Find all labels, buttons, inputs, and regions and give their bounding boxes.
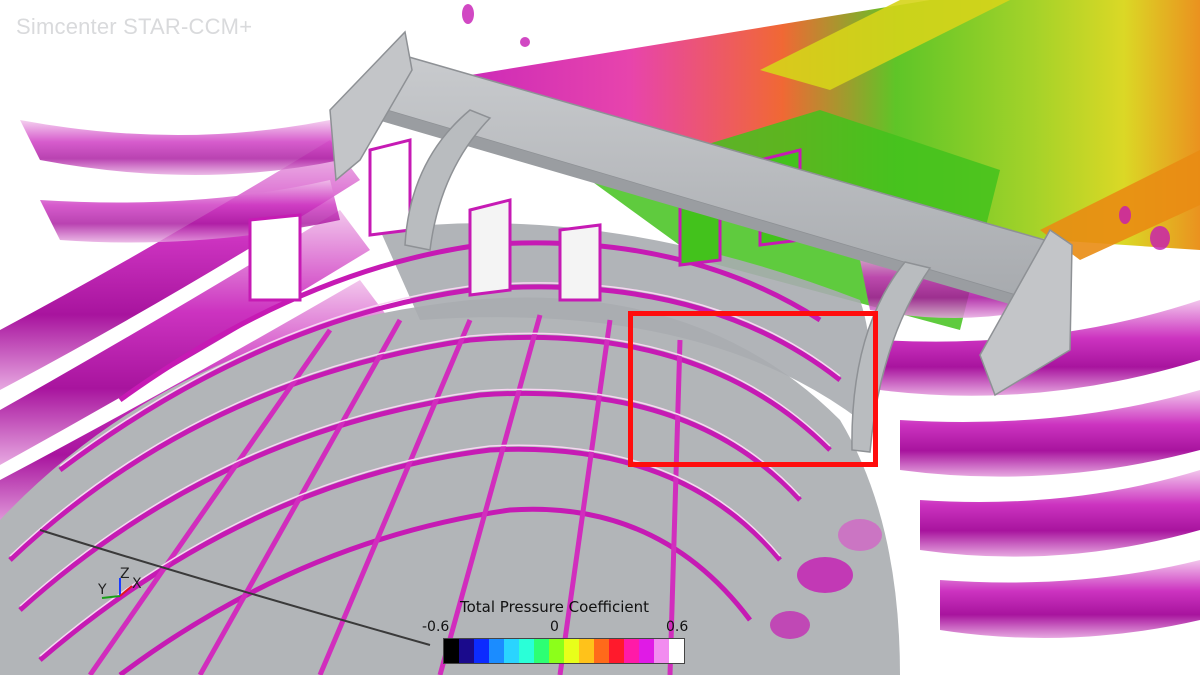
colorbar-swatch: [444, 639, 460, 663]
cfd-scene: [0, 0, 1200, 675]
legend-tick-mid: 0: [550, 619, 559, 635]
colorbar-swatch: [579, 639, 595, 663]
colorbar-swatch: [624, 639, 640, 663]
colorbar-swatch: [519, 639, 535, 663]
app-watermark: Simcenter STAR-CCM+: [16, 14, 253, 39]
axis-label-z: Z: [120, 566, 130, 582]
highlight-box: [628, 311, 878, 467]
colorbar-swatch: [504, 639, 520, 663]
axis-label-x: X: [132, 576, 142, 592]
colorbar-swatch: [459, 639, 475, 663]
orientation-triad[interactable]: Z Y X: [92, 566, 152, 606]
colorbar-swatch: [609, 639, 625, 663]
legend-colorbar: [443, 638, 685, 664]
colorbar-swatch: [639, 639, 655, 663]
colorbar-swatches: [444, 639, 684, 663]
legend-title: Total Pressure Coefficient: [460, 598, 650, 616]
legend-tick-min: -0.6: [422, 619, 450, 635]
colorbar-swatch: [549, 639, 565, 663]
colorbar-swatch: [474, 639, 490, 663]
axis-label-y: Y: [98, 582, 107, 598]
scalar-legend[interactable]: Total Pressure Coefficient -0.6 0 0.6: [422, 598, 690, 668]
colorbar-swatch: [669, 639, 684, 663]
colorbar-swatch: [534, 639, 550, 663]
colorbar-swatch: [594, 639, 610, 663]
colorbar-swatch: [489, 639, 505, 663]
colorbar-swatch: [564, 639, 580, 663]
colorbar-swatch: [654, 639, 670, 663]
graphics-viewport[interactable]: Simcenter STAR-CCM+ Z Y X Total Pressure…: [0, 0, 1200, 675]
legend-tick-max: 0.6: [666, 619, 689, 635]
